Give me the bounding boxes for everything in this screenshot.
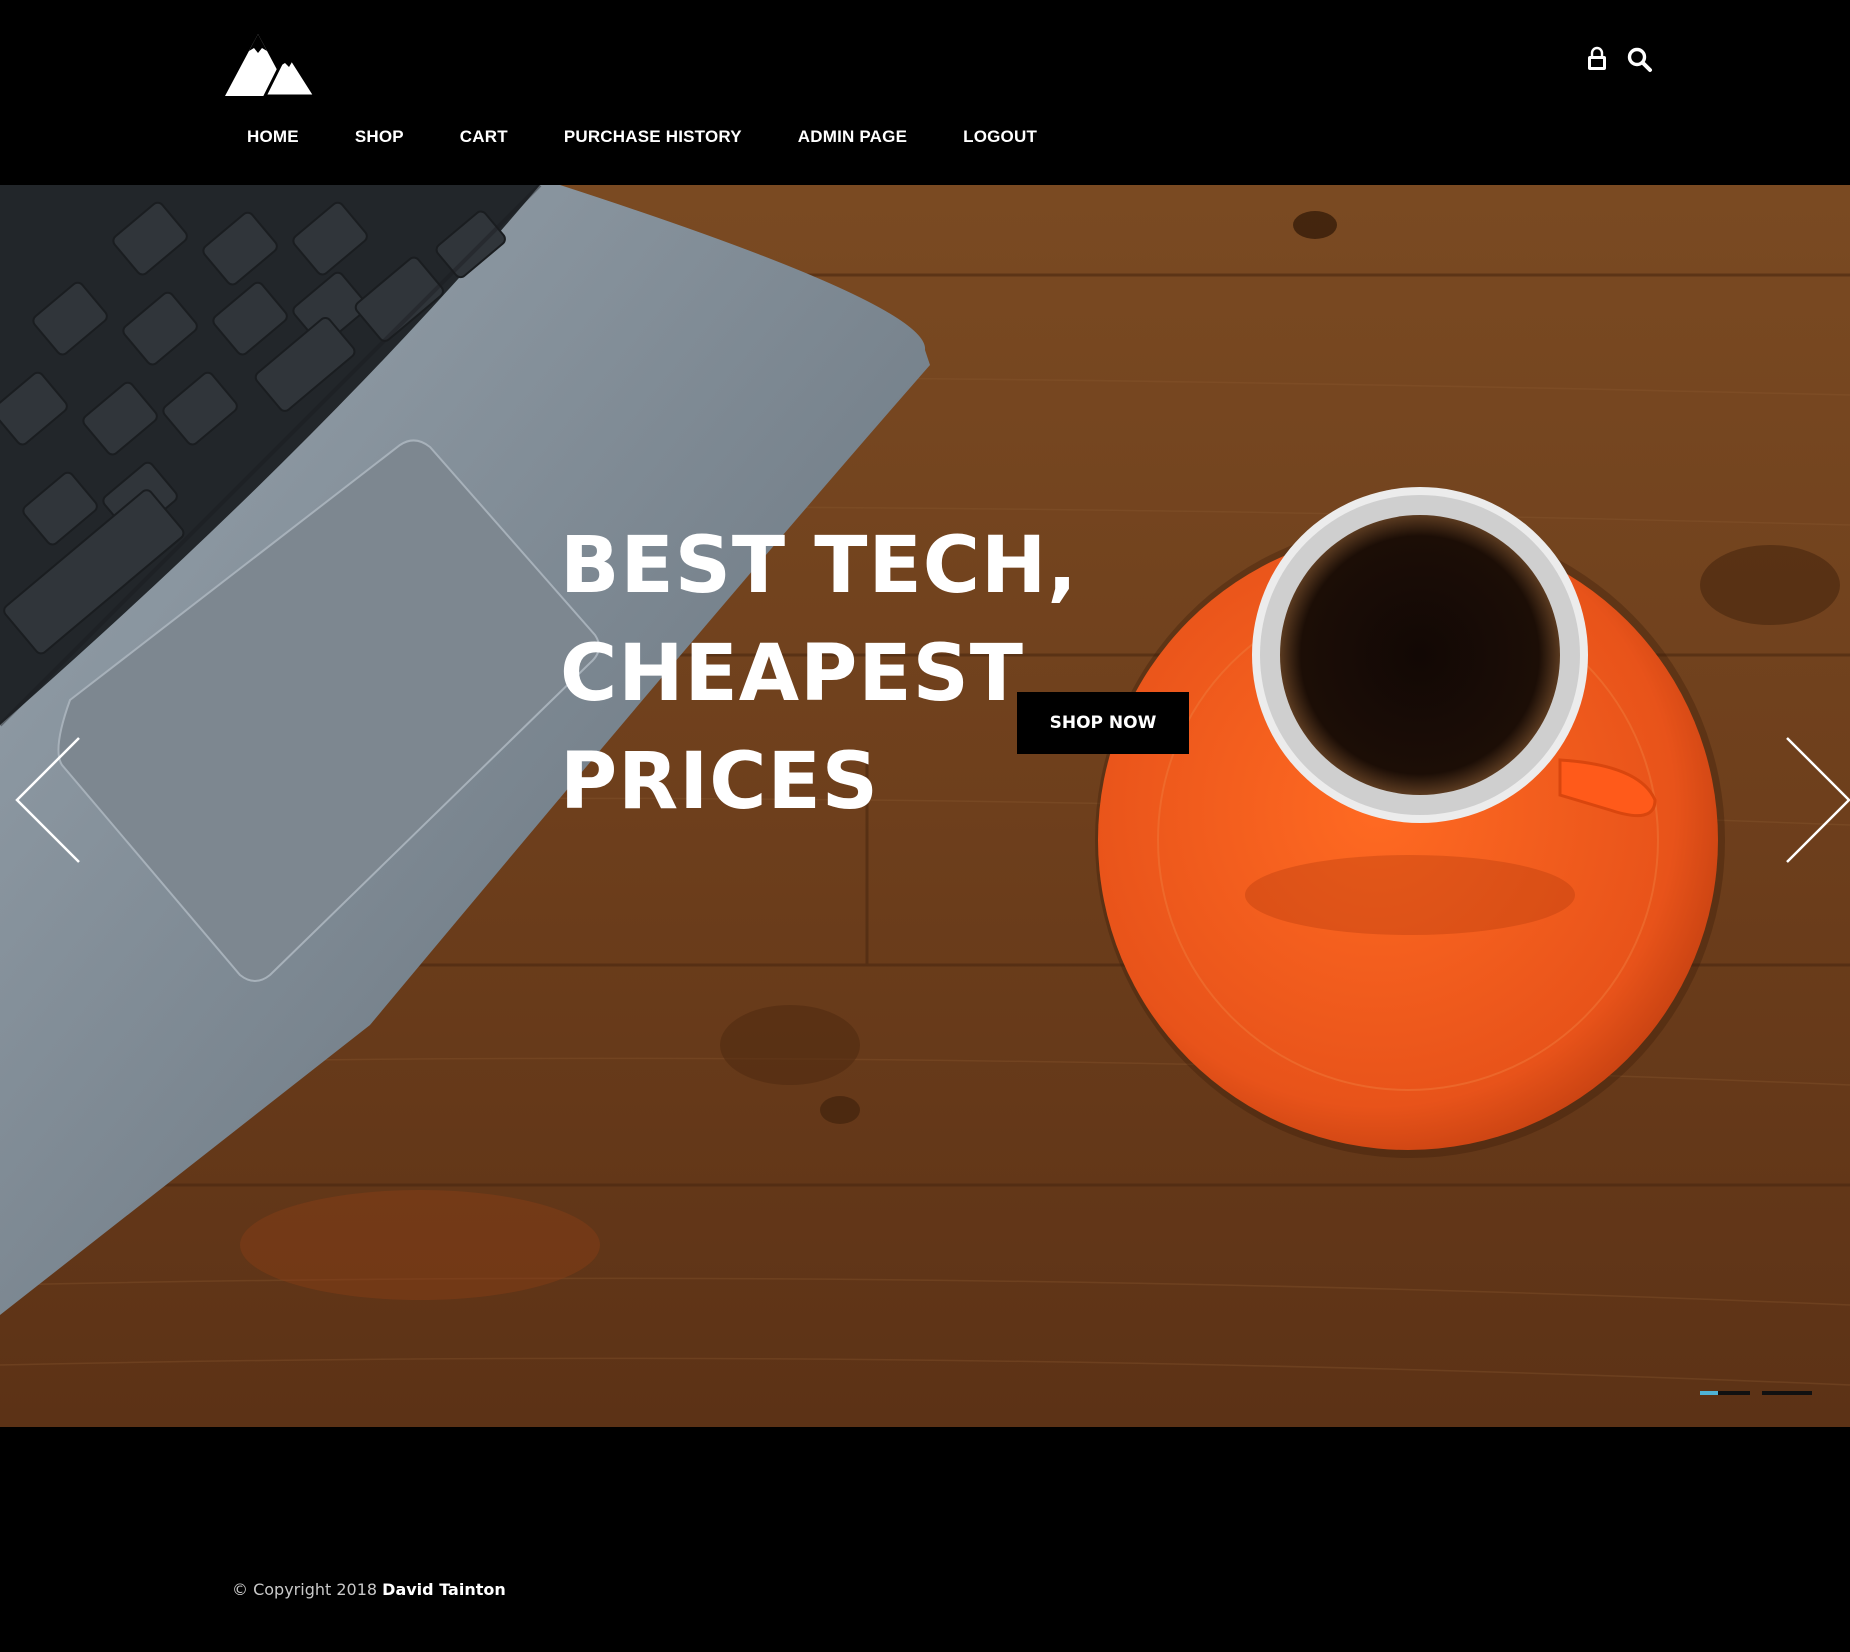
hero-title-line-2: CHEAPEST PRICES <box>560 629 1025 828</box>
shopping-bag-icon[interactable] <box>1583 46 1611 74</box>
chevron-left-icon[interactable] <box>14 735 84 865</box>
site-header: HOME SHOP CART PURCHASE HISTORY ADMIN PA… <box>0 0 1850 185</box>
nav-shop[interactable]: SHOP <box>355 127 404 147</box>
search-icon[interactable] <box>1626 46 1654 74</box>
nav-logout[interactable]: LOGOUT <box>963 127 1037 147</box>
nav-purchase-history[interactable]: PURCHASE HISTORY <box>564 127 742 147</box>
site-footer: © Copyright 2018 David Tainton <box>0 1427 1850 1652</box>
hero-slider: BEST TECH, CHEAPEST PRICES SHOP NOW <box>0 185 1850 1427</box>
slide-indicator-1-progress <box>1700 1391 1718 1395</box>
slide-indicator-2[interactable] <box>1762 1391 1812 1395</box>
hero-title: BEST TECH, CHEAPEST PRICES <box>560 512 1360 836</box>
nav-cart[interactable]: CART <box>460 127 508 147</box>
chevron-right-icon[interactable] <box>1782 735 1850 865</box>
copyright-prefix: © Copyright 2018 <box>232 1580 378 1599</box>
mountain-logo-icon[interactable] <box>225 30 315 96</box>
nav-admin-page[interactable]: ADMIN PAGE <box>798 127 907 147</box>
shop-now-button[interactable]: SHOP NOW <box>1017 692 1189 754</box>
main-nav: HOME SHOP CART PURCHASE HISTORY ADMIN PA… <box>247 127 1093 147</box>
nav-home[interactable]: HOME <box>247 127 299 147</box>
hero-title-line-1: BEST TECH, <box>560 521 1078 612</box>
copyright-author: David Tainton <box>382 1580 506 1599</box>
copyright-text: © Copyright 2018 David Tainton <box>232 1580 506 1599</box>
